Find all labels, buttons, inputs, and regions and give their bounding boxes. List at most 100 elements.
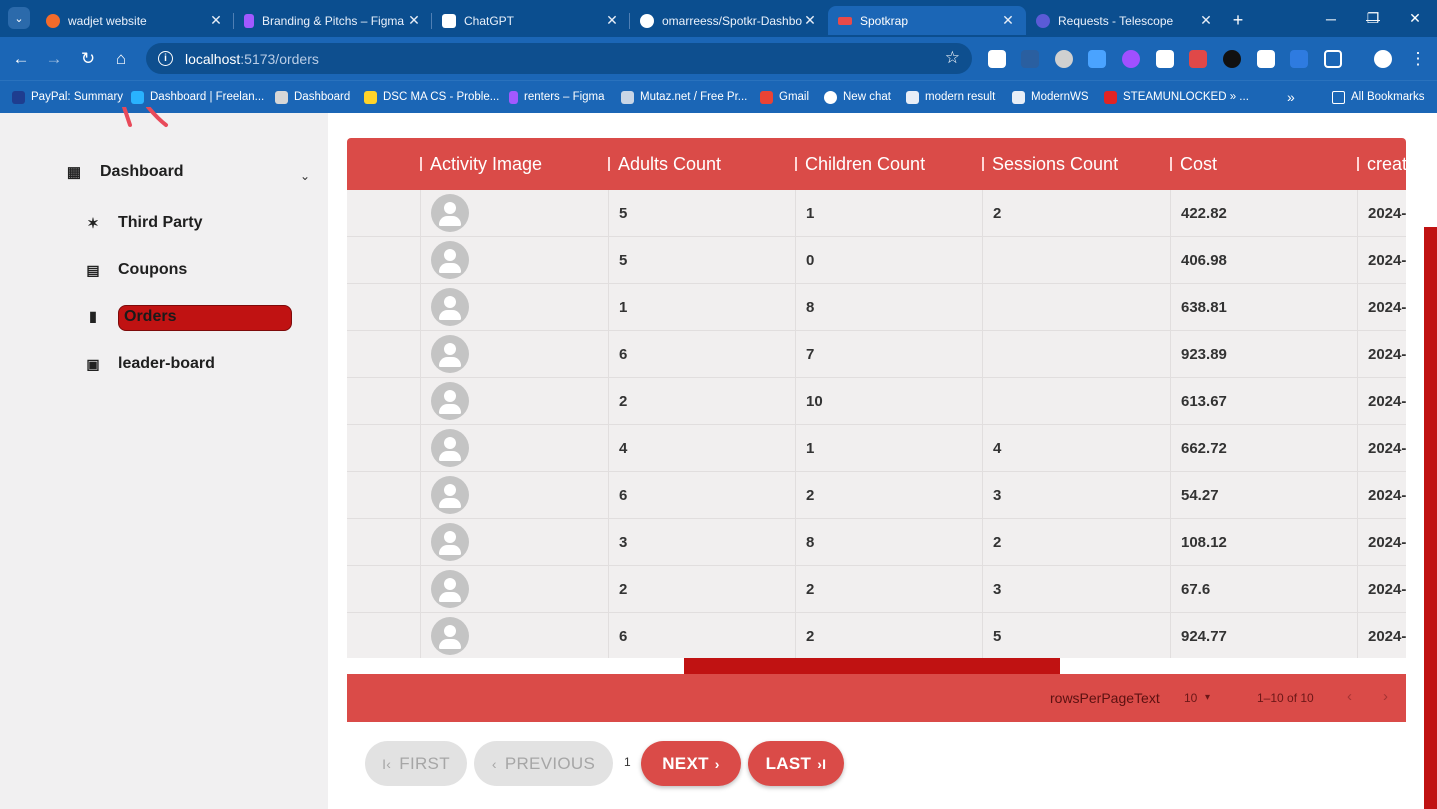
extension-doc-icon[interactable] [1257,50,1275,68]
table-row[interactable]: 5 0 406.98 2024- [347,237,1406,284]
activity-image-cell [420,331,608,377]
rows-per-page-select[interactable]: 10 [1184,691,1197,705]
tab-github[interactable]: omarreess/Spotkr-Dashbo ✕ [630,6,828,35]
extension-pen-icon[interactable] [1156,50,1174,68]
close-icon[interactable]: ✕ [1000,12,1016,29]
extension-code-icon[interactable] [1021,50,1039,68]
table-row[interactable]: 3 8 2 108.12 2024- [347,519,1406,566]
reload-icon[interactable]: ↻ [76,47,100,71]
table-row[interactable]: 2 10 613.67 2024- [347,378,1406,425]
tab-search-chevron-icon[interactable]: ⌄ [8,7,30,29]
column-header-cost[interactable]: Cost [1169,138,1217,190]
previous-page-label: PREVIOUS [504,753,596,773]
profile-avatar-icon[interactable] [1374,50,1392,68]
extension-triangle-icon[interactable] [1223,50,1241,68]
caret-down-icon[interactable]: ▾ [1205,692,1210,703]
table-row[interactable]: 1 8 638.81 2024- [347,284,1406,331]
prev-page-chevron-icon[interactable]: ‹ [1347,688,1352,705]
children-count-cell: 7 [795,331,983,377]
cost-cell: 108.12 [1170,519,1357,565]
site-info-icon[interactable]: i [158,51,173,66]
close-icon[interactable]: ✕ [802,12,818,29]
sessions-count-cell: 4 [982,425,1170,471]
sidebar-item-third-party[interactable]: ✶ Third Party [84,214,202,232]
created-cell: 2024- [1357,519,1406,565]
bookmark-freelancer[interactable]: Dashboard | Freelan... [131,88,264,106]
url-path: :5173/orders [240,50,319,67]
table-row[interactable]: 5 1 2 422.82 2024- [347,190,1406,237]
next-page-button[interactable]: NEXT › [641,741,741,786]
window-close-icon[interactable]: ✕ [1392,0,1437,37]
table-row[interactable]: 4 1 4 662.72 2024- [347,425,1406,472]
window-restore-icon[interactable]: ❐ [1350,0,1396,37]
tab-chatgpt[interactable]: ChatGPT ✕ [432,6,630,35]
tab-spotkrap[interactable]: Spotkrap ✕ [828,6,1026,35]
column-header-activity-image[interactable]: Activity Image [419,138,542,190]
bookmarks-overflow-icon[interactable]: » [1287,88,1295,106]
forward-arrow-icon[interactable]: → [42,47,66,71]
bookmark-mutaz[interactable]: Mutaz.net / Free Pr... [621,88,747,106]
tab-telescope[interactable]: Requests - Telescope ✕ [1026,6,1224,35]
vertical-scrollbar-thumb[interactable] [1424,227,1437,809]
sidebar-item-coupons[interactable]: ▤ Coupons [84,261,187,279]
extension-loop-icon[interactable] [1122,50,1140,68]
close-icon[interactable]: ✕ [604,12,620,29]
bookmark-modern-result[interactable]: modern result [906,88,995,106]
address-bar[interactable]: i localhost:5173/orders ☆ [146,43,972,74]
close-icon[interactable]: ✕ [406,12,422,29]
new-tab-plus-icon[interactable]: + [1224,6,1252,35]
bookmark-star-icon[interactable]: ☆ [945,48,960,68]
extension-red-icon[interactable] [1189,50,1207,68]
table-row[interactable]: 6 2 5 924.77 2024- [347,613,1406,658]
activity-image-cell [420,378,608,424]
sidebar-item-leader-board[interactable]: ▣ leader-board [84,355,215,373]
home-icon[interactable]: ⌂ [109,47,133,71]
avatar-placeholder-icon [431,476,469,514]
column-header-children-count[interactable]: Children Count [794,138,925,190]
sidebar-item-label: Third Party [118,214,203,231]
next-page-label: NEXT [662,753,709,773]
tab-figma-branding[interactable]: Branding & Pitchs – Figma ✕ [234,6,432,35]
table-row[interactable]: 6 2 3 54.27 2024- [347,472,1406,519]
table-row[interactable]: 2 2 3 67.6 2024- [347,566,1406,613]
dashboard-grid-icon: ▦ [66,164,82,181]
avatar-placeholder-icon [431,382,469,420]
extension-b-icon[interactable] [988,50,1006,68]
bookmark-renters-figma[interactable]: renters – Figma [509,88,605,106]
last-page-button[interactable]: LAST ›I [748,741,844,786]
children-count-cell: 2 [795,613,983,658]
bookmark-dsc[interactable]: DSC MA CS - Proble... [364,88,499,106]
table-row[interactable]: 6 7 923.89 2024- [347,331,1406,378]
back-arrow-icon[interactable]: ← [9,47,33,71]
logo-fragment-icon [122,107,168,127]
bookmark-new-chat[interactable]: New chat [824,88,891,106]
column-header-created[interactable]: creat [1356,138,1406,190]
close-icon[interactable]: ✕ [208,12,224,29]
extension-fi-icon[interactable] [1088,50,1106,68]
extension-wave-icon[interactable] [1290,50,1308,68]
extension-globe-icon[interactable] [1055,50,1073,68]
tab-wadjet[interactable]: wadjet website ✕ [36,6,234,35]
bookmark-steamunlocked[interactable]: STEAMUNLOCKED » ... [1104,88,1249,106]
window-minimize-icon[interactable]: ─ [1308,0,1354,37]
previous-page-button[interactable]: ‹ PREVIOUS [474,741,613,786]
next-page-chevron-icon[interactable]: › [1383,688,1388,705]
close-icon[interactable]: ✕ [1198,12,1214,29]
paypal-icon [12,90,25,104]
column-header-adults-count[interactable]: Adults Count [607,138,721,190]
bookmark-paypal[interactable]: PayPal: Summary [12,88,123,106]
all-bookmarks[interactable]: All Bookmarks [1332,88,1425,106]
column-header-sessions-count[interactable]: Sessions Count [981,138,1118,190]
sidebar-item-orders[interactable]: Orders [124,308,176,326]
sessions-count-cell: 5 [982,613,1170,658]
sidebar-item-dashboard[interactable]: ▦ Dashboard [64,163,184,181]
horizontal-scrollbar-thumb[interactable] [684,658,1060,674]
browser-menu-kebab-icon[interactable]: ⋮ [1406,47,1430,71]
bookmark-gmail[interactable]: Gmail [760,88,809,106]
activity-image-cell [420,425,608,471]
bookmark-modernws[interactable]: ModernWS [1012,88,1089,106]
first-page-button[interactable]: I‹ FIRST [365,741,467,786]
bookmark-dashboard[interactable]: Dashboard [275,88,350,106]
chevron-down-icon[interactable]: ⌄ [300,169,310,183]
extensions-puzzle-icon[interactable] [1324,50,1342,68]
